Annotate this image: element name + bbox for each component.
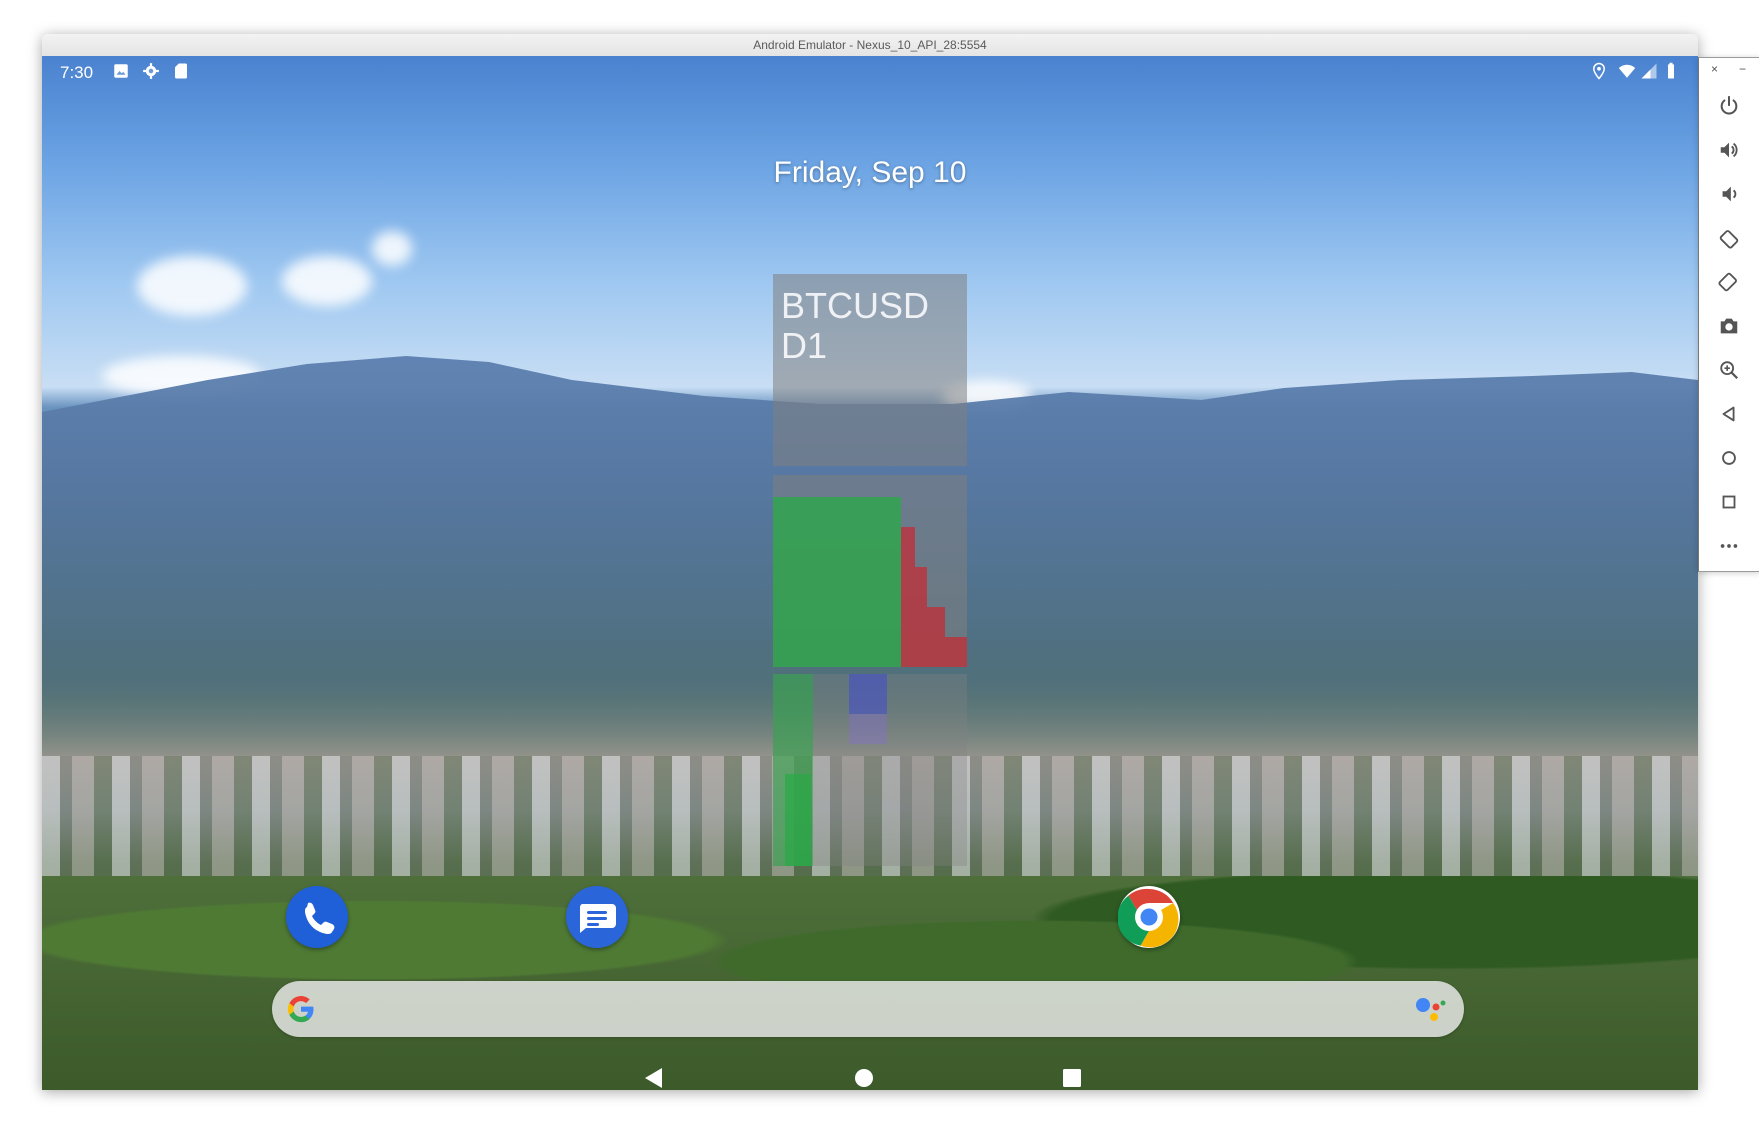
wallpaper-cloud (372, 231, 412, 266)
zoom-button[interactable] (1717, 358, 1741, 382)
camera-icon (1720, 318, 1738, 334)
signal-icon (1641, 63, 1657, 79)
android-home-screen[interactable]: 7:30 Friday, Sep 10 BTCUSD D1 (42, 56, 1698, 1090)
window-title-bar: Android Emulator - Nexus_10_API_28:5554 (42, 34, 1698, 57)
gear-icon (143, 63, 159, 79)
emulator-window: Android Emulator - Nexus_10_API_28:5554 … (42, 34, 1698, 1090)
google-assistant-icon[interactable] (1414, 995, 1448, 1023)
home-icon (1722, 451, 1736, 465)
more-icon (1720, 544, 1738, 548)
wallpaper-cloud (282, 256, 372, 306)
widget-bar-up (785, 774, 811, 866)
toolbar-close-button[interactable]: × (1711, 62, 1718, 76)
toolbar-back-button[interactable] (1717, 402, 1741, 426)
volume-down-icon (1722, 186, 1737, 202)
sd-card-icon (175, 63, 187, 79)
screenshot-button[interactable] (1717, 314, 1741, 338)
widget-bar-down (915, 567, 927, 667)
messages-app-icon[interactable] (566, 886, 628, 948)
volume-down-button[interactable] (1717, 182, 1741, 206)
recents-icon[interactable] (1060, 1066, 1084, 1090)
zoom-icon (1720, 361, 1739, 380)
widget-bar-down (901, 527, 915, 667)
widget-bar-down (927, 607, 945, 667)
emulator-toolbar: × − (1698, 57, 1759, 572)
location-icon (1592, 62, 1606, 80)
rotate-right-icon (1718, 272, 1737, 292)
status-clock: 7:30 (60, 63, 94, 82)
widget-timeframe: D1 (781, 325, 828, 366)
status-bar[interactable]: 7:30 (42, 56, 1698, 88)
toolbar-home-button[interactable] (1717, 446, 1741, 470)
chart-widget-panel-lower[interactable] (773, 674, 967, 866)
power-button[interactable] (1717, 94, 1741, 118)
phone-icon (305, 902, 335, 934)
rotate-left-button[interactable] (1717, 226, 1741, 250)
chart-widget-header[interactable]: BTCUSD D1 (773, 274, 967, 466)
toolbar-minimize-button[interactable]: − (1739, 62, 1746, 76)
volume-up-icon (1720, 142, 1738, 158)
home-date[interactable]: Friday, Sep 10 (42, 156, 1698, 190)
battery-icon (1668, 62, 1674, 79)
wallpaper-cloud (137, 256, 247, 316)
back-icon (1722, 406, 1735, 422)
widget-bar-neutral (849, 674, 887, 714)
volume-up-button[interactable] (1717, 138, 1741, 162)
widget-bar-down (945, 637, 967, 667)
power-icon (1720, 95, 1738, 115)
wifi-icon (1618, 64, 1636, 78)
google-g-icon[interactable] (286, 994, 316, 1024)
chart-widget-panel[interactable] (773, 475, 967, 667)
window-title: Android Emulator - Nexus_10_API_28:5554 (753, 38, 987, 52)
home-icon[interactable] (852, 1066, 876, 1090)
image-icon (114, 64, 128, 78)
overview-icon (1722, 495, 1736, 509)
chrome-icon (1117, 888, 1179, 948)
widget-bar-up (773, 497, 901, 667)
rotate-left-icon (1719, 230, 1739, 249)
chrome-app-icon[interactable] (1117, 886, 1180, 948)
rotate-right-button[interactable] (1717, 270, 1741, 294)
phone-app-icon[interactable] (286, 886, 348, 948)
toolbar-more-button[interactable] (1717, 534, 1741, 558)
toolbar-overview-button[interactable] (1717, 490, 1741, 514)
widget-bar-neutral (849, 714, 887, 744)
google-search-bar[interactable] (272, 981, 1464, 1037)
messages-icon (579, 904, 616, 933)
widget-symbol: BTCUSD (781, 285, 930, 326)
back-icon[interactable] (642, 1066, 666, 1090)
